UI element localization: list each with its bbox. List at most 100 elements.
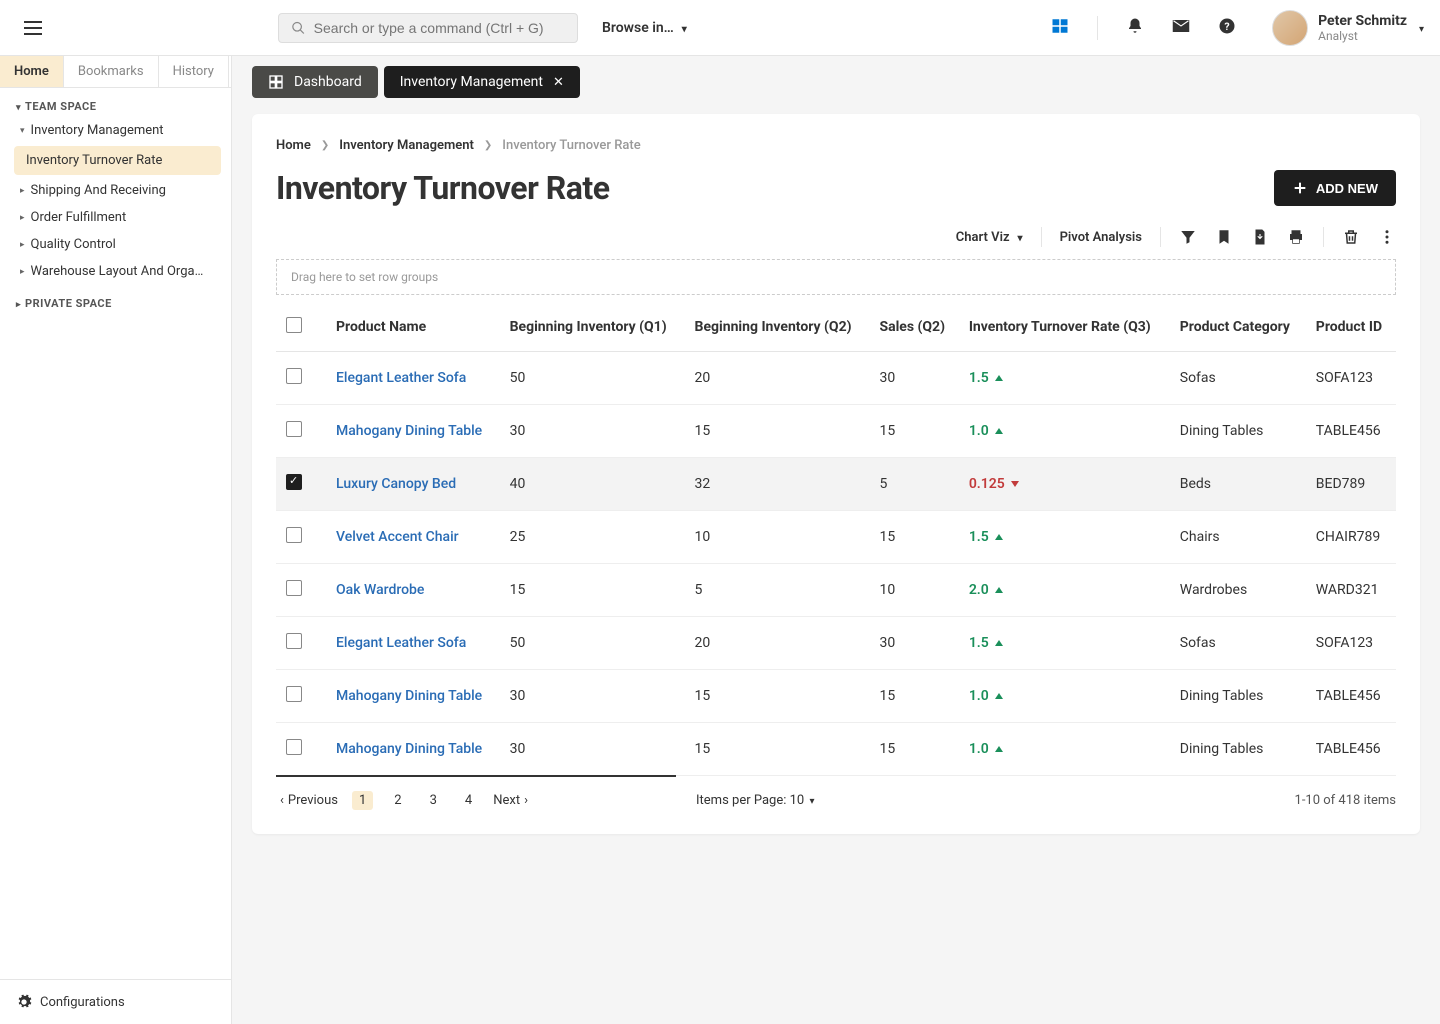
grid-icon <box>268 74 284 90</box>
cell-product-id: TABLE456 <box>1306 405 1396 458</box>
pager: ‹ Previous 1234 Next › <box>276 775 676 810</box>
page-title: Inventory Turnover Rate <box>276 169 609 207</box>
breadcrumb-item[interactable]: Inventory Management <box>339 138 474 153</box>
pager-page[interactable]: 3 <box>423 791 444 810</box>
pager-page[interactable]: 4 <box>458 791 479 810</box>
table-row[interactable]: Velvet Accent Chair2510151.5 ChairsCHAIR… <box>276 511 1396 564</box>
column-header[interactable]: Sales (Q2) <box>869 303 958 352</box>
select-all-checkbox[interactable] <box>286 317 302 333</box>
product-link[interactable]: Mahogany Dining Table <box>336 741 482 757</box>
section-team-space[interactable]: ▾TEAM SPACE <box>0 88 231 117</box>
cell-q1: 30 <box>500 723 685 776</box>
pager-page[interactable]: 2 <box>387 791 408 810</box>
column-header[interactable]: Product ID <box>1306 303 1396 352</box>
table-row[interactable]: Luxury Canopy Bed403250.125 BedsBED789 <box>276 458 1396 511</box>
main-tab[interactable]: Dashboard <box>252 66 378 98</box>
row-checkbox[interactable] <box>286 527 302 543</box>
sidebar-tab-home[interactable]: Home <box>0 56 64 87</box>
cell-q1: 50 <box>500 352 685 405</box>
cell-product-id: SOFA123 <box>1306 352 1396 405</box>
column-header[interactable]: Inventory Turnover Rate (Q3) <box>959 303 1170 352</box>
breadcrumbs: Home❯Inventory Management❯Inventory Turn… <box>276 138 1396 153</box>
cell-sales: 15 <box>869 405 958 458</box>
row-checkbox[interactable] <box>286 368 302 384</box>
product-link[interactable]: Oak Wardrobe <box>336 582 424 598</box>
mail-icon[interactable] <box>1172 17 1190 39</box>
column-header[interactable]: Beginning Inventory (Q1) <box>500 303 685 352</box>
cell-product-id: TABLE456 <box>1306 723 1396 776</box>
table-row[interactable]: Mahogany Dining Table3015151.0 Dining Ta… <box>276 405 1396 458</box>
cell-rate: 1.0 <box>969 688 1160 704</box>
cell-category: Beds <box>1170 458 1306 511</box>
print-button[interactable] <box>1287 228 1305 246</box>
close-icon[interactable]: ✕ <box>553 75 564 90</box>
more-button[interactable] <box>1378 228 1396 246</box>
cell-sales: 5 <box>869 458 958 511</box>
pager-previous[interactable]: ‹ Previous <box>280 793 338 808</box>
sidebar-tab-history[interactable]: History <box>159 56 229 87</box>
configurations-link[interactable]: Configurations <box>0 979 231 1024</box>
trend-up-icon <box>995 693 1003 699</box>
product-link[interactable]: Elegant Leather Sofa <box>336 370 466 386</box>
column-header[interactable]: Product Name <box>326 303 500 352</box>
breadcrumb-item[interactable]: Home <box>276 138 311 153</box>
table-row[interactable]: Mahogany Dining Table3015151.0 Dining Ta… <box>276 670 1396 723</box>
table-row[interactable]: Mahogany Dining Table3015151.0 Dining Ta… <box>276 723 1396 776</box>
menu-toggle[interactable] <box>16 19 50 37</box>
main-tab[interactable]: Inventory Management✕ <box>384 66 580 98</box>
product-link[interactable]: Mahogany Dining Table <box>336 423 482 439</box>
tree-child[interactable]: Inventory Turnover Rate <box>14 146 221 175</box>
table-row[interactable]: Elegant Leather Sofa5020301.5 SofasSOFA1… <box>276 617 1396 670</box>
windows-icon[interactable] <box>1051 17 1069 39</box>
row-checkbox[interactable] <box>286 739 302 755</box>
row-checkbox[interactable] <box>286 686 302 702</box>
bell-icon[interactable] <box>1126 17 1144 39</box>
items-per-page-dropdown[interactable]: Items per Page: 10 <box>696 779 815 808</box>
cell-sales: 15 <box>869 670 958 723</box>
pager-next[interactable]: Next › <box>493 793 528 808</box>
row-checkbox[interactable] <box>286 580 302 596</box>
tree-item[interactable]: Shipping And Receiving <box>4 177 231 204</box>
tree-item[interactable]: Warehouse Layout And Orga… <box>4 258 231 285</box>
data-table: Product NameBeginning Inventory (Q1)Begi… <box>276 303 1396 776</box>
product-link[interactable]: Luxury Canopy Bed <box>336 476 456 492</box>
chart-viz-dropdown[interactable]: Chart Viz <box>956 230 1023 245</box>
tree-item[interactable]: Order Fulfillment <box>4 204 231 231</box>
breadcrumb-item: Inventory Turnover Rate <box>502 138 640 153</box>
browse-dropdown[interactable]: Browse in… <box>602 20 687 36</box>
help-icon[interactable]: ? <box>1218 17 1236 39</box>
product-link[interactable]: Velvet Accent Chair <box>336 529 459 545</box>
column-header[interactable]: Product Category <box>1170 303 1306 352</box>
sidebar-tabs: Home Bookmarks History <box>0 56 231 88</box>
tree-item[interactable]: Quality Control <box>4 231 231 258</box>
search-box[interactable] <box>278 13 578 43</box>
add-new-button[interactable]: ADD NEW <box>1274 170 1396 206</box>
pivot-analysis-button[interactable]: Pivot Analysis <box>1060 230 1142 245</box>
product-link[interactable]: Elegant Leather Sofa <box>336 635 466 651</box>
pager-page[interactable]: 1 <box>352 791 373 810</box>
trend-up-icon <box>995 640 1003 646</box>
section-private-space[interactable]: ▸PRIVATE SPACE <box>0 285 231 314</box>
sidebar-tab-bookmarks[interactable]: Bookmarks <box>64 56 159 87</box>
row-checkbox[interactable] <box>286 633 302 649</box>
table-row[interactable]: Oak Wardrobe155102.0 WardrobesWARD321 <box>276 564 1396 617</box>
filter-button[interactable] <box>1179 228 1197 246</box>
cell-q2: 15 <box>685 723 870 776</box>
row-group-dropzone[interactable]: Drag here to set row groups <box>276 259 1396 295</box>
trash-icon <box>1342 228 1360 246</box>
tree-item[interactable]: Inventory Management <box>4 117 231 144</box>
table-row[interactable]: Elegant Leather Sofa5020301.5 SofasSOFA1… <box>276 352 1396 405</box>
gear-icon <box>16 994 32 1010</box>
user-menu[interactable]: Peter Schmitz Analyst <box>1272 10 1424 46</box>
cell-sales: 10 <box>869 564 958 617</box>
row-checkbox[interactable] <box>286 421 302 437</box>
bookmark-button[interactable] <box>1215 228 1233 246</box>
trend-up-icon <box>995 428 1003 434</box>
column-header[interactable]: Beginning Inventory (Q2) <box>685 303 870 352</box>
product-link[interactable]: Mahogany Dining Table <box>336 688 482 704</box>
row-checkbox[interactable] <box>286 474 302 490</box>
search-input[interactable] <box>314 20 565 36</box>
cell-rate: 1.0 <box>969 423 1160 439</box>
export-button[interactable] <box>1251 228 1269 246</box>
delete-button[interactable] <box>1342 228 1360 246</box>
